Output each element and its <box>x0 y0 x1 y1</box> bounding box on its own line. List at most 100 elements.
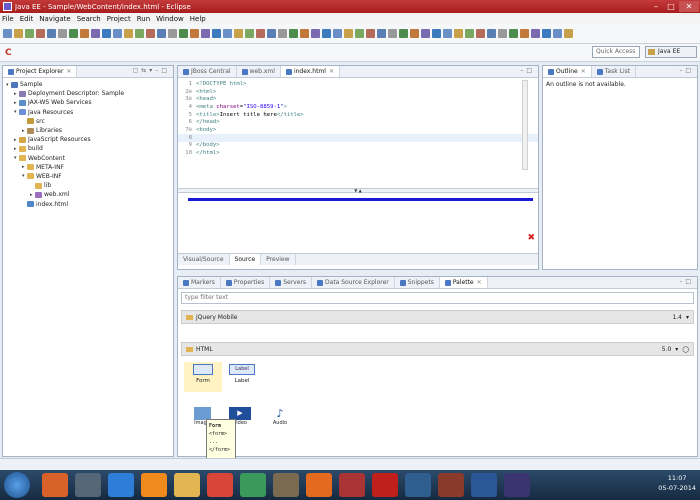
tree-item[interactable]: ▸ Deployment Descriptor: Sample <box>6 89 173 98</box>
menu-project[interactable]: Project <box>107 15 131 23</box>
chevron-down-icon[interactable]: ▾ <box>686 314 689 321</box>
close-button[interactable]: ✕ <box>679 1 699 12</box>
tree-item[interactable]: ▸ build <box>6 144 173 153</box>
app-icon[interactable] <box>339 473 365 497</box>
palette-group-jquery[interactable]: jQuery Mobile 1.4 ▾ <box>181 310 694 324</box>
menu-run[interactable]: Run <box>137 15 150 23</box>
internet-explorer-icon[interactable] <box>108 473 134 497</box>
toolbar-button-icon[interactable] <box>223 29 232 38</box>
editor-mode-tab-1[interactable]: Source <box>229 254 262 265</box>
menu-file[interactable]: File <box>2 15 14 23</box>
code-line[interactable]: 4 <meta charset="ISO-8859-1"> <box>178 103 538 111</box>
toolbar-button-icon[interactable] <box>135 29 144 38</box>
toolbar-button-icon[interactable] <box>234 29 243 38</box>
editor-tab-0[interactable]: JBoss Central <box>178 66 237 77</box>
toolbar-button-icon[interactable] <box>355 29 364 38</box>
toolbar-button-icon[interactable] <box>289 29 298 38</box>
chrome-icon[interactable] <box>207 473 233 497</box>
toolbar-button-icon[interactable] <box>190 29 199 38</box>
palette-filter-input[interactable]: type filter text <box>181 292 694 304</box>
chevron-down-icon[interactable]: ▾ <box>675 346 678 353</box>
word-icon[interactable] <box>471 473 497 497</box>
media-player-icon[interactable] <box>42 473 68 497</box>
toolbar-button-icon[interactable] <box>102 29 111 38</box>
bottom-tab-3[interactable]: Data Source Explorer <box>312 277 395 288</box>
toolbar-button-icon[interactable] <box>520 29 529 38</box>
tab-project-explorer[interactable]: Project Explorer ✕ <box>3 66 78 77</box>
toolbar-button-icon[interactable] <box>333 29 342 38</box>
bottom-tab-5[interactable]: Palette ✕ <box>439 277 488 288</box>
menu-window[interactable]: Window <box>156 15 184 23</box>
toolbar-button-icon[interactable] <box>432 29 441 38</box>
code-line[interactable]: 6 </head> <box>178 118 538 126</box>
tree-item[interactable]: ▸ META-INF <box>6 163 173 172</box>
code-editor[interactable]: 1 <!DOCTYPE html> 2⊖ <html> 3⊖ <head> 4 <meta c… <box>178 78 538 188</box>
toolbar-button-icon[interactable] <box>509 29 518 38</box>
toolbar-button-icon[interactable] <box>25 29 34 38</box>
visual-preview[interactable]: ✖ <box>178 193 538 253</box>
palette-group-html[interactable]: HTML 5.0 ▾ ◯ <box>181 342 694 356</box>
view-controls[interactable]: ▢⇆▾–□ <box>133 67 170 74</box>
acrobat-icon[interactable] <box>372 473 398 497</box>
toolbar-button-icon[interactable] <box>80 29 89 38</box>
maximize-button[interactable]: □ <box>664 1 678 12</box>
app-icon[interactable] <box>405 473 431 497</box>
toolbar-button-icon[interactable] <box>465 29 474 38</box>
toolbar-button-icon[interactable] <box>146 29 155 38</box>
toolbar-button-icon[interactable] <box>14 29 23 38</box>
app-icon[interactable] <box>240 473 266 497</box>
code-line[interactable]: 8 <box>178 133 538 142</box>
bottom-tab-4[interactable]: Snippets <box>395 277 440 288</box>
firefox-icon[interactable] <box>306 473 332 497</box>
palette-item-form[interactable]: Form <box>184 362 222 392</box>
palette-item-audio[interactable]: ♪ Audio <box>270 407 290 432</box>
menu-help[interactable]: Help <box>190 15 206 23</box>
app-icon[interactable] <box>273 473 299 497</box>
toolbar-button-icon[interactable] <box>3 29 12 38</box>
toolbar-button-icon[interactable] <box>344 29 353 38</box>
tree-item[interactable]: ▸ JavaScript Resources <box>6 135 173 144</box>
minimize-button[interactable]: – <box>649 1 663 12</box>
toolbar-button-icon[interactable] <box>454 29 463 38</box>
toolbar-button-icon[interactable] <box>278 29 287 38</box>
code-line[interactable]: 2⊖ <html> <box>178 88 538 96</box>
outline-tab-0[interactable]: Outline ✕ <box>543 66 592 77</box>
outline-view-controls[interactable]: –□ <box>679 67 694 74</box>
bottom-view-controls[interactable]: –□ <box>679 278 694 285</box>
palette-item-label-widget[interactable]: Label Label <box>226 362 258 392</box>
vlc-icon[interactable] <box>141 473 167 497</box>
settings-icon[interactable]: ◯ <box>682 346 689 353</box>
tree-item[interactable]: ▸ JAX-WS Web Services <box>6 98 173 107</box>
code-line[interactable]: 5 <title>Insert title here</title> <box>178 111 538 119</box>
editor-scrollbar[interactable] <box>522 80 528 170</box>
start-button[interactable] <box>4 472 30 498</box>
user-icon[interactable] <box>75 473 101 497</box>
tree-item[interactable]: ▸ web.xml <box>6 190 173 199</box>
bottom-tab-1[interactable]: Properties <box>221 277 271 288</box>
toolbar-button-icon[interactable] <box>168 29 177 38</box>
code-line[interactable]: 9 </body> <box>178 142 538 150</box>
toolbar-button-icon[interactable] <box>91 29 100 38</box>
code-line[interactable]: 10 </html> <box>178 149 538 157</box>
toolbar-button-icon[interactable] <box>300 29 309 38</box>
editor-tab-2[interactable]: index.html ✕ <box>280 66 340 77</box>
outline-tab-1[interactable]: Task List <box>592 66 637 77</box>
toolbar-button-icon[interactable] <box>47 29 56 38</box>
tree-item[interactable]: ▾ Sample <box>6 80 173 89</box>
toolbar-button-icon[interactable] <box>179 29 188 38</box>
menu-edit[interactable]: Edit <box>20 15 34 23</box>
toolbar-button-icon[interactable] <box>487 29 496 38</box>
toolbar-button-icon[interactable] <box>124 29 133 38</box>
tree-item[interactable]: index.html <box>6 199 173 208</box>
toolbar-button-icon[interactable] <box>399 29 408 38</box>
toolbar-button-icon[interactable] <box>476 29 485 38</box>
toolbar-button-icon[interactable] <box>410 29 419 38</box>
toolbar-button-icon[interactable] <box>421 29 430 38</box>
editor-mode-tab-2[interactable]: Preview <box>261 254 296 265</box>
menu-navigate[interactable]: Navigate <box>39 15 70 23</box>
toolbar-button-icon[interactable] <box>564 29 573 38</box>
editor-tab-1[interactable]: web.xml <box>237 66 281 77</box>
toolbar-button-icon[interactable] <box>443 29 452 38</box>
code-line[interactable]: 7⊖ <body> <box>178 126 538 134</box>
close-icon[interactable]: ✕ <box>66 68 71 75</box>
